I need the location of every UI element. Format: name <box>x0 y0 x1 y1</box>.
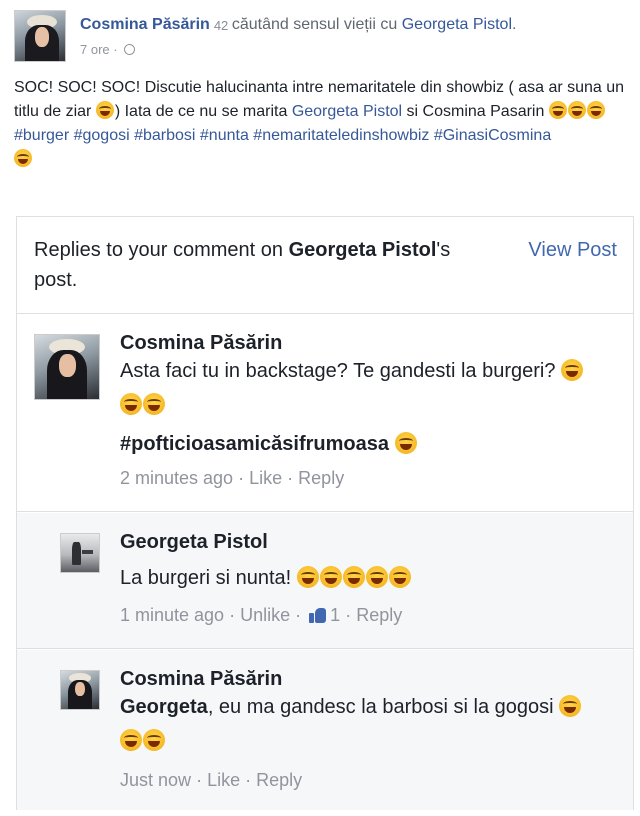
commenter-name[interactable]: Cosmina Păsărin <box>120 668 282 691</box>
meta-separator: · <box>238 468 245 488</box>
tears-of-joy-icon <box>14 149 32 167</box>
view-post-link[interactable]: View Post <box>528 235 617 265</box>
meta-separator: · <box>113 42 118 57</box>
post-text-part3: si Cosmina Pasarin <box>406 103 545 120</box>
comment-text-body: Asta faci tu in backstage? Te gandesti l… <box>120 360 556 382</box>
like-button[interactable]: Like <box>249 468 282 488</box>
comment-hashtag: #pofticioasamicăsifrumoasa <box>120 432 418 456</box>
post-mention-link[interactable]: Georgeta Pistol <box>292 103 402 120</box>
tears-of-joy-icon <box>548 101 567 119</box>
tears-of-joy-icon <box>567 101 586 119</box>
reply-item: Georgeta Pistol La burgeri si nunta! 1 m… <box>17 513 633 649</box>
commenter-name[interactable]: Georgeta Pistol <box>120 531 268 554</box>
tears-of-joy-icon <box>586 101 605 119</box>
comment-meta: 1 minute ago · Unlike · 1 · Reply <box>120 605 402 626</box>
tears-of-joy-icon <box>388 566 411 588</box>
post-header: Cosmina Păsărin 42 căutând sensul vieții c… <box>14 10 630 62</box>
author-name[interactable]: Cosmina Păsărin <box>80 16 210 33</box>
replies-card: Replies to your comment on Georgeta Pist… <box>16 216 634 810</box>
thumbs-up-icon[interactable] <box>309 607 327 623</box>
post-meta: 7 ore · <box>80 42 136 57</box>
meta-separator: · <box>245 770 252 790</box>
card-title: Replies to your comment on Georgeta Pist… <box>34 235 474 295</box>
reply-button[interactable]: Reply <box>356 605 402 625</box>
reply-button[interactable]: Reply <box>298 468 344 488</box>
meta-separator: · <box>287 468 294 488</box>
card-title-name: Georgeta Pistol <box>288 239 437 261</box>
comment-text: La burgeri si nunta! <box>120 561 600 595</box>
comment-text: Asta faci tu in backstage? Te gandesti l… <box>120 354 600 422</box>
globe-icon[interactable] <box>124 44 136 55</box>
meta-separator: · <box>295 605 302 625</box>
comment-hashtag-text[interactable]: #pofticioasamicăsifrumoasa <box>120 433 389 455</box>
like-count[interactable]: 1 <box>330 605 340 625</box>
tears-of-joy-icon <box>342 566 365 588</box>
tears-of-joy-icon <box>394 432 417 454</box>
comment-text: Georgeta, eu ma gandesc la barbosi si la… <box>120 690 600 758</box>
tears-of-joy-icon <box>120 393 142 415</box>
tears-of-joy-icon <box>296 566 319 588</box>
author-avatar[interactable] <box>14 10 66 62</box>
tears-of-joy-icon <box>365 566 388 588</box>
commenter-avatar[interactable] <box>34 334 100 400</box>
tagged-suffix: . <box>512 16 517 33</box>
commenter-name[interactable]: Cosmina Păsărin <box>120 332 282 355</box>
tagged-person[interactable]: Georgeta Pistol <box>402 16 512 33</box>
tears-of-joy-icon <box>561 359 584 381</box>
post-hashtags[interactable]: #burger #gogosi #barbosi #nunta #nemarit… <box>14 127 551 144</box>
post-text-part2: ) Iata de ce nu se marita <box>114 103 288 120</box>
unlike-button[interactable]: Unlike <box>240 605 290 625</box>
comment-meta: 2 minutes ago · Like · Reply <box>120 468 344 489</box>
meta-separator: · <box>345 605 352 625</box>
commenter-avatar[interactable] <box>60 533 100 573</box>
card-header: Replies to your comment on Georgeta Pist… <box>17 217 633 314</box>
comment-item: Cosmina Păsărin Asta faci tu in backstag… <box>17 314 633 512</box>
like-button[interactable]: Like <box>207 770 240 790</box>
comment-mention[interactable]: Georgeta <box>120 696 208 718</box>
tears-of-joy-icon <box>95 101 114 119</box>
commenter-avatar[interactable] <box>60 670 100 710</box>
meta-separator: · <box>229 605 236 625</box>
comment-text-body: , eu ma gandesc la barbosi si la gogosi <box>207 696 554 718</box>
reply-button[interactable]: Reply <box>256 770 302 790</box>
tears-of-joy-icon <box>143 729 165 751</box>
author-line: Cosmina Păsărin 42 căutând sensul vieții c… <box>80 16 516 34</box>
comment-text-body: La burgeri si nunta! <box>120 567 292 589</box>
post-time[interactable]: 7 ore <box>80 42 110 57</box>
card-title-prefix: Replies to your comment on <box>34 239 289 261</box>
comment-time[interactable]: 1 minute ago <box>120 605 224 625</box>
tears-of-joy-icon <box>319 566 342 588</box>
comment-meta: Just now · Like · Reply <box>120 770 302 791</box>
tears-of-joy-icon <box>120 729 142 751</box>
verified-badge-icon: 42 <box>213 18 229 33</box>
post-body: SOC! SOC! SOC! Discutie halucinanta intr… <box>14 76 626 172</box>
comment-time[interactable]: Just now <box>120 770 191 790</box>
tears-of-joy-icon <box>559 695 582 717</box>
reply-item: Cosmina Păsărin Georgeta, eu ma gandesc … <box>17 650 633 810</box>
feeling-text: căutând sensul vieții cu <box>231 16 398 33</box>
meta-separator: · <box>196 770 203 790</box>
tears-of-joy-icon <box>143 393 165 415</box>
comment-time[interactable]: 2 minutes ago <box>120 468 233 488</box>
